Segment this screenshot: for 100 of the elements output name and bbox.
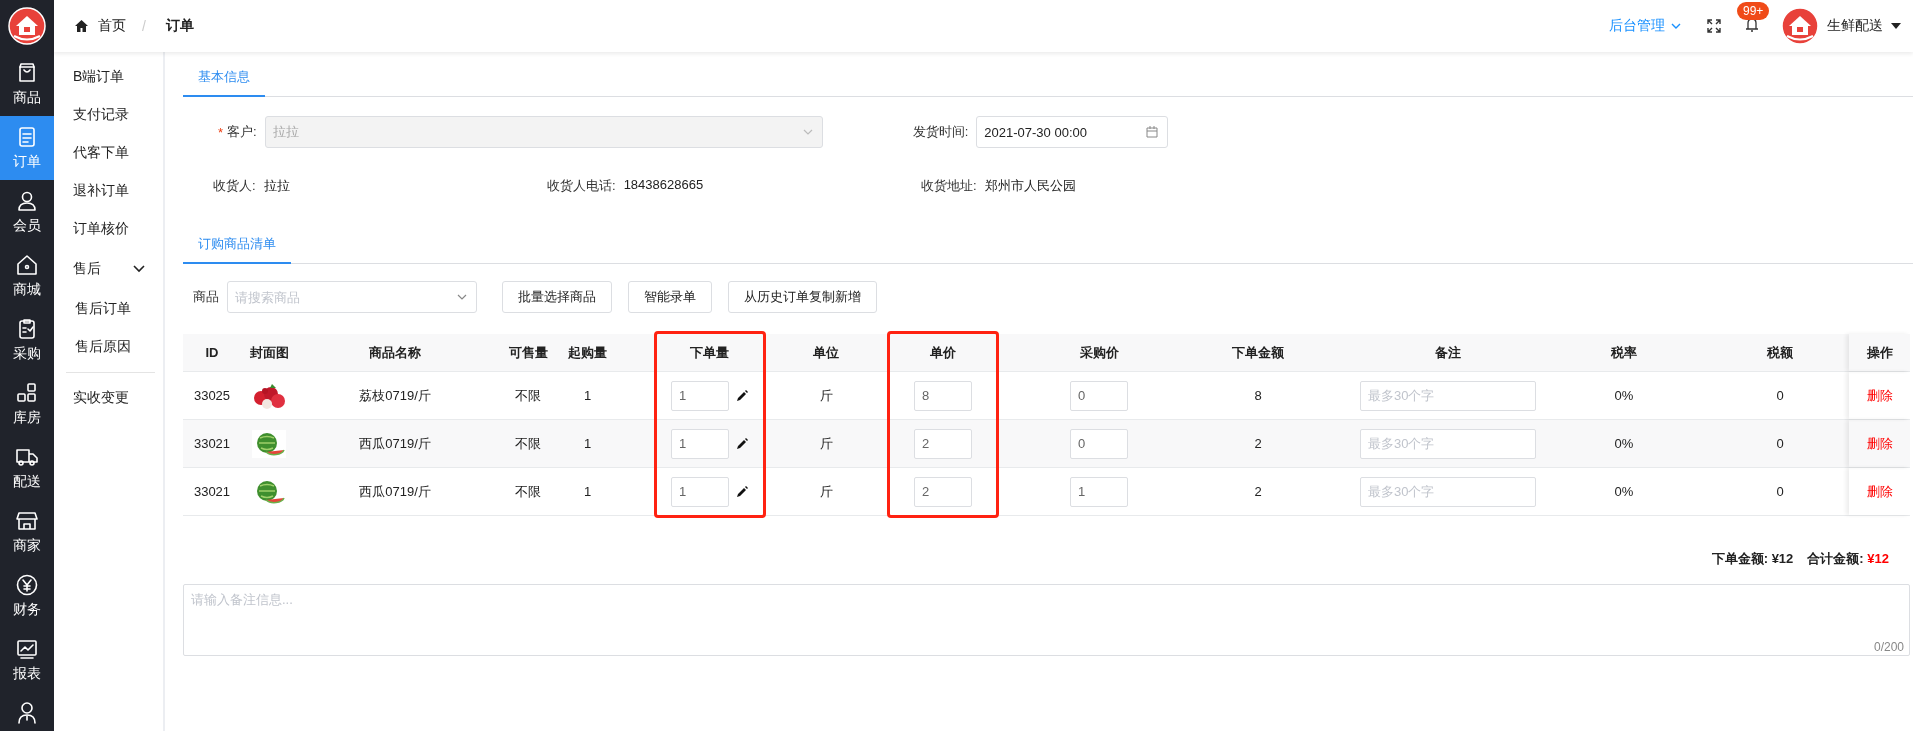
delete-link[interactable]: 删除 <box>1866 386 1893 405</box>
breadcrumb-link[interactable]: 首页 <box>98 17 126 35</box>
note-field[interactable]: 最多30个字 <box>1360 428 1536 459</box>
note-field[interactable]: 最多30个字 <box>1360 380 1536 411</box>
home-icon[interactable] <box>75 20 88 32</box>
table-cell: 1 <box>583 436 592 451</box>
menu-item[interactable]: 售后原因 <box>54 328 163 366</box>
date-field[interactable]: 2021-07-30 00:00 <box>976 116 1169 148</box>
caret-icon <box>1891 23 1901 29</box>
price-field[interactable]: 8 <box>914 380 972 411</box>
menu-group[interactable]: 售后 <box>54 248 163 290</box>
logo-icon <box>8 7 46 45</box>
field-value: 郑州市人民公园 <box>984 177 1076 195</box>
field-label: 收货地址: <box>921 177 977 195</box>
yen-icon <box>15 573 39 597</box>
table-cell: 不限 <box>515 386 541 405</box>
table-cell: 0% <box>1614 388 1634 403</box>
bell-icon[interactable] <box>1745 17 1759 32</box>
menu-item[interactable]: 实收变更 <box>54 379 163 417</box>
menu-item[interactable]: 代客下单 <box>54 134 163 172</box>
calendar-icon <box>1146 126 1159 138</box>
section-tab[interactable]: 基本信息 <box>183 62 265 97</box>
column-header: 税额 <box>1767 343 1793 362</box>
nav-item[interactable]: 报表 <box>0 628 54 692</box>
nav-item[interactable]: 采购 <box>0 308 54 372</box>
field-label: 客户: <box>227 123 257 141</box>
product-select[interactable]: 请搜索商品 <box>227 281 477 313</box>
column-header: 起购量 <box>568 343 607 362</box>
column-header: 下单金额 <box>1232 343 1284 362</box>
field-label: 发货时间: <box>912 123 969 141</box>
table-cell: 斤 <box>819 482 833 501</box>
person-icon[interactable] <box>15 700 39 724</box>
table-cell: 33021 <box>193 436 231 451</box>
pencil-icon[interactable] <box>737 390 748 401</box>
menu-item[interactable]: 退补订单 <box>54 172 163 210</box>
field-value: 18438628665 <box>623 177 704 194</box>
field-value: 拉拉 <box>263 177 290 195</box>
nav-item[interactable]: 会员 <box>0 180 54 244</box>
menu-item[interactable]: 订单核价 <box>54 210 163 248</box>
table-cell: 荔枝0719/斤 <box>359 386 431 405</box>
quantity-field[interactable]: 1 <box>671 428 729 459</box>
column-header: 单位 <box>813 343 839 362</box>
quantity-field[interactable]: 1 <box>671 476 729 507</box>
nav-item[interactable]: 配送 <box>0 436 54 500</box>
breadcrumb-link[interactable]: 订单 <box>165 17 194 35</box>
nav-item[interactable]: 财务 <box>0 564 54 628</box>
pencil-icon[interactable] <box>737 438 748 449</box>
cost-field[interactable]: 1 <box>1070 476 1128 507</box>
field-label: 收货人: <box>213 177 256 195</box>
action-button[interactable]: 批量选择商品 <box>502 281 612 313</box>
price-field[interactable]: 2 <box>914 428 972 459</box>
column-header: 备注 <box>1435 343 1461 362</box>
action-button[interactable]: 智能录单 <box>628 281 712 313</box>
table-cell: 斤 <box>819 386 833 405</box>
note-field[interactable]: 最多30个字 <box>1360 476 1536 507</box>
menu-item[interactable]: 售后订单 <box>54 290 163 328</box>
person-icon <box>15 189 39 213</box>
user-menu[interactable]: 生鲜配送 <box>1781 7 1901 45</box>
delete-link[interactable]: 删除 <box>1866 434 1893 453</box>
table-cell: 33021 <box>193 484 231 499</box>
menu-item[interactable]: B端订单 <box>54 58 163 96</box>
fullscreen-icon[interactable] <box>1707 19 1721 33</box>
house-icon <box>15 253 39 277</box>
pencil-icon[interactable] <box>737 486 748 497</box>
column-header: 下单量 <box>690 343 729 362</box>
column-header: 商品名称 <box>369 343 421 362</box>
action-button[interactable]: 从历史订单复制新增 <box>728 281 877 313</box>
table-cell: 0 <box>1776 388 1784 403</box>
table-cell: 不限 <box>515 434 541 453</box>
nav-item[interactable]: 商家 <box>0 500 54 564</box>
total-amount: ¥12 <box>1867 551 1889 566</box>
nav-item[interactable]: 库房 <box>0 372 54 436</box>
table-cell: 西瓜0719/斤 <box>359 482 431 501</box>
cost-field[interactable]: 0 <box>1070 428 1128 459</box>
quantity-field[interactable]: 1 <box>671 380 729 411</box>
menu-item[interactable]: 支付记录 <box>54 96 163 134</box>
nav-item[interactable]: 商品 <box>0 52 54 116</box>
nav-item[interactable]: 商城 <box>0 244 54 308</box>
table-cell: 0 <box>1776 484 1784 499</box>
chevron-icon <box>1671 23 1681 29</box>
column-header: 单价 <box>930 343 956 362</box>
order-amount: 下单金额: ¥12 <box>1711 550 1794 568</box>
table-cell: 1 <box>583 388 592 403</box>
notification-badge: 99+ <box>1737 2 1770 20</box>
chevron-icon <box>802 129 813 135</box>
section-tab[interactable]: 订购商品清单 <box>183 229 291 264</box>
table-cell: 8 <box>1254 388 1262 403</box>
cost-field[interactable]: 0 <box>1070 380 1128 411</box>
table-cell: 0% <box>1614 484 1634 499</box>
total-label: 合计金额: <box>1807 551 1864 566</box>
avatar-icon <box>1781 7 1819 45</box>
table-cell: 1 <box>583 484 592 499</box>
table-cell: 2 <box>1254 484 1262 499</box>
column-header: 采购价 <box>1079 343 1119 362</box>
column-header: 税率 <box>1611 343 1637 362</box>
delete-link[interactable]: 删除 <box>1866 482 1893 501</box>
character-count: 0/200 <box>1873 640 1904 654</box>
field-label: 收货人电话: <box>547 177 616 195</box>
price-field[interactable]: 2 <box>914 476 972 507</box>
squares-icon <box>15 381 39 405</box>
